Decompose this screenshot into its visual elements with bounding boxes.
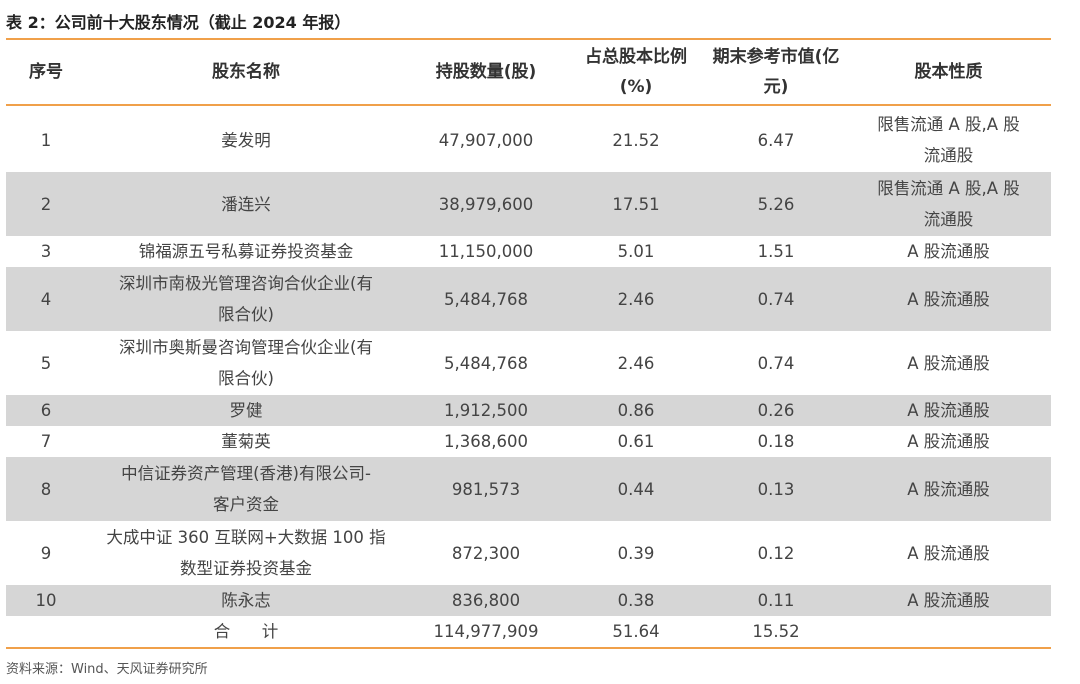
source-note: 资料来源：Wind、天风证券研究所: [6, 662, 208, 677]
header-seq: 序号: [6, 40, 86, 106]
table-row: 6 罗健 1,912,500 0.86 0.26 A 股流通股: [6, 395, 1051, 426]
table-row: 5 深圳市奥斯曼咨询管理合伙企业(有 限合伙) 5,484,768 2.46 0.…: [40, 338, 990, 388]
table-title: 表 2：公司前十大股东情况（截止 2024 年报）: [6, 13, 351, 32]
header-shares: 持股数量(股): [406, 40, 566, 106]
header-value: 期末参考市值(亿 元): [706, 40, 846, 106]
total-value: 15.52: [706, 616, 846, 649]
total-label: 合 计: [86, 616, 406, 649]
header-ratio: 占总股本比例 (%): [566, 40, 706, 106]
table-row: 7 董菊英 1,368,600 0.61 0.18 A 股流通股: [40, 432, 990, 451]
total-shares: 114,977,909: [406, 616, 566, 649]
total-row: 合 计 114,977,909 51.64 15.52: [6, 616, 1051, 649]
total-ratio: 51.64: [566, 616, 706, 649]
header-name: 股东名称: [86, 40, 406, 106]
shareholders-table: 序号 股东名称 持股数量(股) 占总股本比例 (%) 期末参考市值(亿 元) 股本性…: [6, 40, 1051, 649]
table-row: 4 深圳市南极光管理咨询合伙企业(有 限合伙) 5,484,768 2.46 0.…: [6, 267, 1051, 331]
header-row: 序号 股东名称 持股数量(股) 占总股本比例 (%) 期末参考市值(亿 元) 股本性…: [6, 40, 1051, 106]
table-row: 2 潘连兴 38,979,600 17.51 5.26 限售流通 A 股,A 股…: [6, 172, 1051, 236]
table-row: 3 锦福源五号私募证券投资基金 11,150,000 5.01 1.51 A 股…: [40, 242, 990, 261]
table-row: 10 陈永志 836,800 0.38 0.11 A 股流通股: [6, 585, 1051, 616]
table-row: 8 中信证券资产管理(香港)有限公司- 客户资金 981,573 0.44 0.1…: [6, 457, 1051, 521]
table-row: 1 姜发明 47,907,000 21.52 6.47 限售流通 A 股,A 股…: [40, 115, 1020, 165]
table-row: 9 大成中证 360 互联网+大数据 100 指数型证券投资基金 872,300…: [40, 528, 990, 578]
header-nature: 股本性质: [846, 40, 1051, 106]
